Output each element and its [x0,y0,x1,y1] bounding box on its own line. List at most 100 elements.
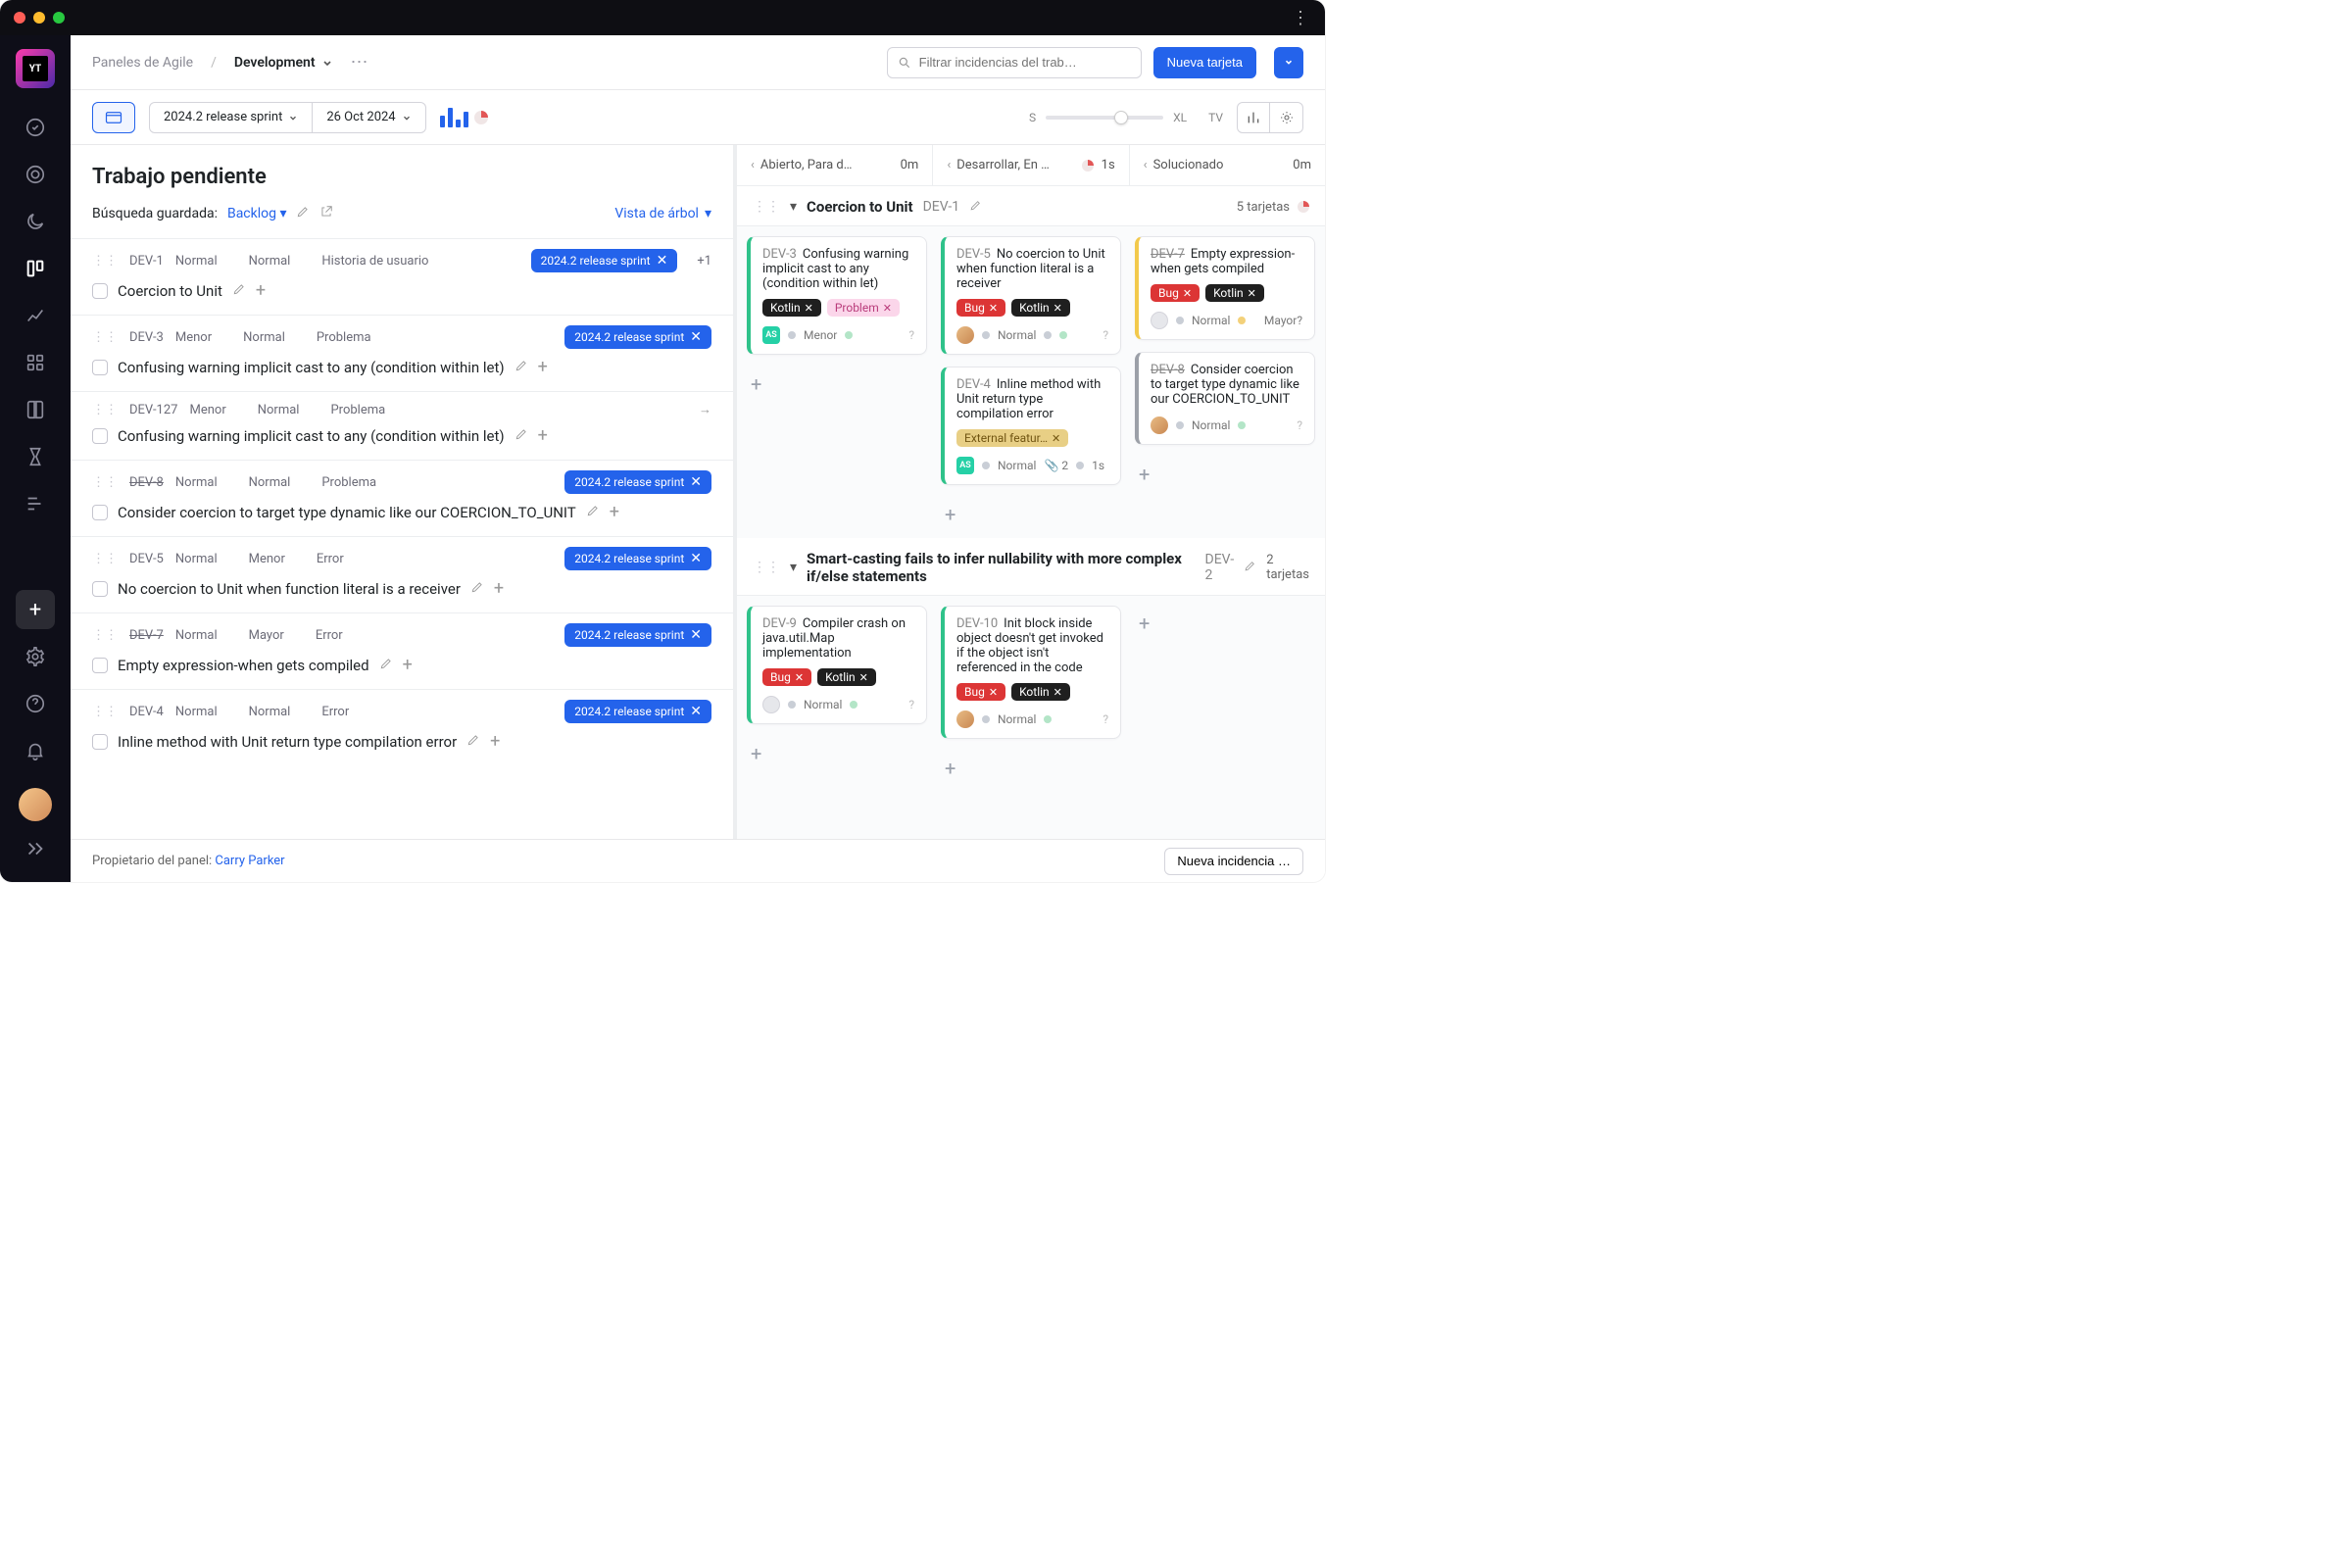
sprint-tag[interactable]: 2024.2 release sprint ✕ [564,325,711,349]
edit-icon[interactable] [969,199,982,216]
breadcrumb-root[interactable]: Paneles de Agile [92,55,193,71]
chevron-down-icon[interactable]: ▾ [790,560,797,575]
card-id[interactable]: DEV-7 [1151,247,1185,262]
board-column[interactable]: + [1135,606,1315,786]
issue-id[interactable]: DEV-3 [129,330,164,345]
row-checkbox[interactable] [92,581,108,597]
card-id[interactable]: DEV-10 [956,616,998,631]
nav-ring-icon[interactable] [16,155,55,194]
board-column[interactable]: DEV-7Empty expression-when gets compiled… [1135,236,1315,532]
edit-icon[interactable] [466,733,480,751]
edit-icon[interactable] [379,657,393,674]
card-tag[interactable]: Bug ✕ [762,668,811,686]
remove-tag-icon[interactable]: ✕ [690,551,702,566]
swimlane-id[interactable]: DEV-2 [1205,552,1235,583]
sprint-tag[interactable]: 2024.2 release sprint ✕ [531,249,678,272]
add-icon[interactable]: + [494,578,504,599]
issue-title[interactable]: No coercion to Unit when function litera… [118,580,461,598]
question-icon[interactable]: ? [908,328,914,342]
question-icon[interactable]: ? [1297,418,1302,432]
bell-icon[interactable] [16,731,55,770]
issue-id[interactable]: DEV-7 [129,628,164,643]
card-tag[interactable]: Kotlin ✕ [1011,299,1070,317]
new-issue-button[interactable]: Nueva incidencia … [1164,848,1303,875]
chevron-left-icon[interactable]: ‹ [947,158,951,172]
add-icon[interactable]: + [538,357,548,377]
help-icon[interactable] [16,684,55,723]
add-icon[interactable]: + [610,502,619,522]
issue-title[interactable]: Empty expression-when gets compiled [118,657,369,674]
card-tag[interactable]: Kotlin ✕ [762,299,821,317]
question-icon[interactable]: ? [908,698,914,711]
issue-id[interactable]: DEV-4 [129,705,164,719]
search-input-wrapper[interactable] [887,47,1142,78]
owner-link[interactable]: Carry Parker [215,854,284,868]
card-id[interactable]: DEV-9 [762,616,797,631]
add-card-button[interactable]: + [747,367,927,402]
row-checkbox[interactable] [92,658,108,673]
settings-icon[interactable] [16,637,55,676]
remove-tag-icon[interactable]: ✕ [1054,302,1062,315]
card-tag[interactable]: Bug ✕ [956,683,1005,701]
card-tag[interactable]: External featur… ✕ [956,429,1068,447]
row-checkbox[interactable] [92,428,108,444]
add-icon[interactable]: + [403,655,413,675]
swimlane-header[interactable]: ⋮⋮ ▾ Coercion to Unit DEV-1 5 tarjetas [737,186,1325,226]
issue-title[interactable]: Confusing warning implicit cast to any (… [118,427,505,445]
card[interactable]: DEV-7Empty expression-when gets compiled… [1135,236,1315,340]
minimize-window[interactable] [33,12,45,24]
collapse-icon[interactable] [16,829,55,868]
nav-crescent-icon[interactable] [16,202,55,241]
remove-tag-icon[interactable]: ✕ [859,671,868,684]
remove-tag-icon[interactable]: ✕ [883,302,892,315]
card-id[interactable]: DEV-4 [956,377,991,392]
external-link-icon[interactable] [319,205,333,222]
card[interactable]: DEV-3Confusing warning implicit cast to … [747,236,927,355]
sprint-tag[interactable]: 2024.2 release sprint ✕ [564,623,711,647]
issue-title[interactable]: Confusing warning implicit cast to any (… [118,359,505,376]
column-header[interactable]: ‹Abierto, Para d…0m [737,145,933,185]
drag-handle-icon[interactable]: ⋮⋮ [92,552,118,566]
swimlane-id[interactable]: DEV-1 [923,199,960,215]
new-card-button[interactable]: Nueva tarjeta [1153,47,1256,78]
row-checkbox[interactable] [92,360,108,375]
view-chart-button[interactable] [1237,102,1270,133]
card-tag[interactable]: Problem ✕ [827,299,900,317]
board-settings-button[interactable] [1270,102,1303,133]
card[interactable]: DEV-4Inline method with Unit return type… [941,367,1121,485]
remove-tag-icon[interactable]: ✕ [805,302,813,315]
column-header[interactable]: ‹Desarrollar, En …1s [933,145,1129,185]
add-icon[interactable]: + [490,731,500,752]
nav-board-icon[interactable] [16,249,55,288]
drag-handle-icon[interactable]: ⋮⋮ [92,705,118,719]
maximize-window[interactable] [53,12,65,24]
nav-gantt-icon[interactable] [16,484,55,523]
row-checkbox[interactable] [92,283,108,299]
edit-icon[interactable] [1244,560,1256,576]
sprint-tag[interactable]: 2024.2 release sprint ✕ [564,547,711,570]
column-header[interactable]: ‹Solucionado0m [1130,145,1325,185]
issue-id[interactable]: DEV-127 [129,403,177,417]
sprint-selector[interactable]: 2024.2 release sprint [149,102,313,133]
card-size-slider[interactable] [1046,116,1163,120]
tv-mode[interactable]: TV [1208,111,1223,124]
remove-tag-icon[interactable]: ✕ [657,253,668,269]
card-id[interactable]: DEV-5 [956,247,991,262]
sprint-tag[interactable]: 2024.2 release sprint ✕ [564,470,711,494]
board-column[interactable]: DEV-5No coercion to Unit when function l… [941,236,1121,532]
edit-search-icon[interactable] [296,205,310,222]
remove-tag-icon[interactable]: ✕ [989,686,998,699]
new-card-dropdown[interactable] [1274,47,1303,78]
board-selector[interactable]: Development [234,55,333,71]
issue-id[interactable]: DEV-5 [129,552,164,566]
issue-id[interactable]: DEV-1 [129,254,164,269]
card-tag[interactable]: Kotlin ✕ [1011,683,1070,701]
card-id[interactable]: DEV-8 [1151,363,1185,377]
drag-handle-icon[interactable]: ⋮⋮ [753,199,780,215]
board-column[interactable]: DEV-3Confusing warning implicit cast to … [747,236,927,532]
tree-view-toggle[interactable]: Vista de árbol ▾ [614,206,711,221]
chevron-down-icon[interactable]: ▾ [790,199,797,215]
remove-tag-icon[interactable]: ✕ [989,302,998,315]
card-tag[interactable]: Kotlin ✕ [1205,284,1264,302]
board-column[interactable]: DEV-10Init block inside object doesn't g… [941,606,1121,786]
